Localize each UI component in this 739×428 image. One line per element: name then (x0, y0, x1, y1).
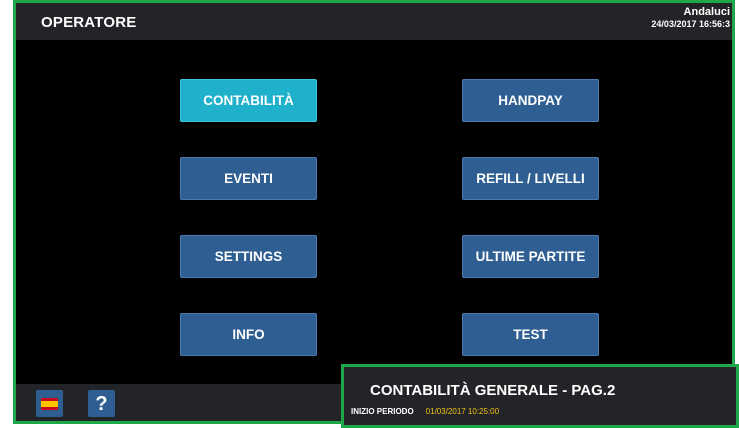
period-label: INIZIO PERIODO (351, 407, 414, 416)
test-button[interactable]: TEST (462, 313, 599, 356)
period-value: 01/03/2017 10:25:00 (425, 407, 500, 416)
ultime-partite-button[interactable]: ULTIME PARTITE (462, 235, 599, 278)
period-row: INIZIO PERIODO 01/03/2017 10:25:00 (351, 407, 499, 416)
refill-livelli-button[interactable]: REFILL / LIVELLI (462, 157, 599, 200)
page-title: OPERATORE (41, 14, 137, 31)
user-name: Andaluci (683, 6, 730, 18)
handpay-button[interactable]: HANDPAY (462, 79, 599, 122)
question-mark-icon: ? (95, 392, 108, 415)
spain-flag-icon (41, 397, 58, 410)
language-button[interactable] (36, 390, 63, 417)
eventi-button[interactable]: EVENTI (180, 157, 317, 200)
contabilita-button[interactable]: CONTABILITÀ (180, 79, 317, 122)
contabilita-preview-panel: CONTABILITÀ GENERALE - PAG.2 INIZIO PERI… (341, 364, 739, 428)
panel-title: CONTABILITÀ GENERALE - PAG.2 (370, 382, 616, 399)
operator-screen: OPERATORE Andaluci 24/03/2017 16:56:3 CO… (13, 0, 735, 424)
top-bar: OPERATORE Andaluci 24/03/2017 16:56:3 (16, 3, 732, 40)
date-time: 24/03/2017 16:56:3 (651, 19, 730, 29)
help-button[interactable]: ? (88, 390, 115, 417)
info-button[interactable]: INFO (180, 313, 317, 356)
settings-button[interactable]: SETTINGS (180, 235, 317, 278)
